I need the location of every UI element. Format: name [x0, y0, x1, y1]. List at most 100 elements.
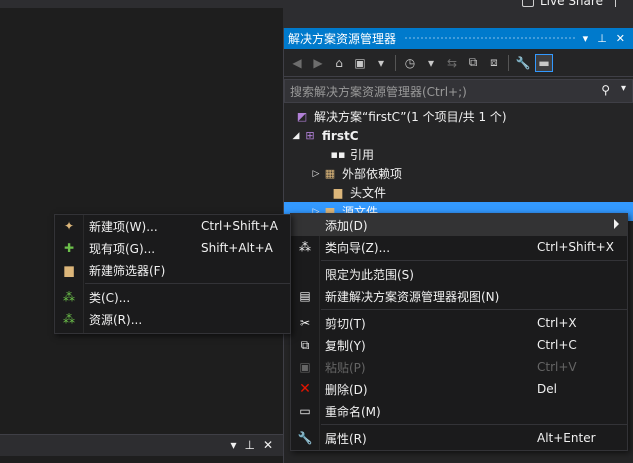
copy-icon: ⧉: [300, 337, 310, 352]
expanded-arrow-icon[interactable]: ◢: [290, 131, 302, 141]
live-share-button[interactable]: Live Share: [522, 0, 616, 8]
live-share-icon: [522, 0, 534, 7]
menu-item-label: 限定为此范围(S): [325, 267, 414, 282]
toolbar-separator: [508, 54, 509, 71]
menu-separator: [321, 309, 627, 310]
existing-item-icon: ✚: [63, 241, 75, 255]
menu-item-delete[interactable]: ✕ 删除(D) Del: [291, 378, 627, 400]
rename-icon: ▭: [299, 404, 311, 418]
chevron-down-icon[interactable]: ▾: [422, 54, 440, 72]
menu-item-shortcut: Ctrl+C: [537, 338, 577, 352]
resource-icon: ⁂: [63, 312, 75, 326]
sync-icon[interactable]: ⇆: [443, 54, 461, 72]
new-item-icon: ✦: [63, 219, 75, 233]
menu-item-properties[interactable]: 🔧 属性(R) Alt+Enter: [291, 427, 627, 449]
tree-item-solution[interactable]: ◩ 解决方案“firstC”(1 个项目/共 1 个): [284, 107, 633, 126]
project-icon: ⊞: [305, 129, 315, 142]
submenu-arrow-icon: [614, 219, 619, 229]
pending-changes-icon[interactable]: ◷: [401, 54, 419, 72]
menu-item-paste[interactable]: ▣ 粘贴(P) Ctrl+V: [291, 356, 627, 378]
menu-item-existing-item[interactable]: ✚ 现有项(G)... Shift+Alt+A: [55, 237, 290, 259]
menu-item-class[interactable]: ⁂ 类(C)...: [55, 286, 290, 308]
menu-item-shortcut: Alt+Enter: [537, 431, 596, 445]
cut-icon: ✂: [299, 316, 311, 330]
menu-separator: [321, 424, 627, 425]
tree-item-project[interactable]: ◢ ⊞ firstC: [284, 126, 633, 145]
menu-item-scope-to-this[interactable]: 限定为此范围(S): [291, 263, 627, 285]
search-placeholder: 搜索解决方案资源管理器(Ctrl+;): [290, 84, 467, 99]
back-icon[interactable]: ◀: [288, 54, 306, 72]
menu-item-shortcut: Shift+Alt+A: [201, 241, 273, 255]
menu-item-new-view[interactable]: ▤ 新建解决方案资源管理器视图(N): [291, 285, 627, 307]
tree-item-header-files[interactable]: ▆ 头文件: [284, 183, 633, 202]
top-bar: Live Share: [0, 0, 633, 8]
collapse-all-icon[interactable]: ⧉: [464, 54, 482, 72]
solution-tree: ◩ 解决方案“firstC”(1 个项目/共 1 个) ◢ ⊞ firstC ▪…: [284, 103, 633, 221]
dropdown-icon[interactable]: ▾: [230, 438, 236, 452]
menu-item-label: 新建解决方案资源管理器视图(N): [325, 289, 500, 304]
menu-item-copy[interactable]: ⧉ 复制(Y) Ctrl+C: [291, 334, 627, 356]
forward-icon[interactable]: ▶: [309, 54, 327, 72]
tree-item-label: 外部依赖项: [342, 167, 403, 181]
live-share-label: Live Share: [540, 0, 603, 8]
new-filter-icon: ▆: [64, 263, 74, 277]
menu-item-rename[interactable]: ▭ 重命名(M): [291, 400, 627, 422]
menu-item-shortcut: Ctrl+X: [537, 316, 577, 330]
menu-separator: [85, 283, 290, 284]
chevron-down-icon[interactable]: ▾: [621, 83, 626, 94]
class-icon: ⁂: [63, 290, 75, 304]
pin-icon[interactable]: ⊥: [244, 438, 254, 452]
search-icon[interactable]: ⚲: [601, 83, 610, 97]
menu-item-label: 添加(D): [325, 218, 368, 233]
menu-item-new-filter[interactable]: ▆ 新建筛选器(F): [55, 259, 290, 281]
menu-item-cut[interactable]: ✂ 剪切(T) Ctrl+X: [291, 312, 627, 334]
window-position-icon[interactable]: ▾: [583, 32, 589, 45]
menu-item-label: 剪切(T): [325, 316, 366, 331]
menu-separator: [321, 260, 627, 261]
menu-item-label: 资源(R)...: [89, 312, 143, 327]
menu-item-label: 新建筛选器(F): [89, 263, 166, 278]
tree-item-external-deps[interactable]: ▷ ▦ 外部依赖项: [284, 164, 633, 183]
menu-item-shortcut: Ctrl+V: [537, 360, 577, 374]
show-all-files-icon[interactable]: ⧈: [485, 54, 503, 72]
menu-item-shortcut: Ctrl+Shift+A: [201, 219, 278, 233]
paste-icon: ▣: [299, 360, 311, 374]
menu-item-class-wizard[interactable]: ⁂ 类向导(Z)... Ctrl+Shift+X: [291, 236, 627, 258]
menu-item-label: 类向导(Z)...: [325, 240, 391, 255]
solution-explorer-title-bar[interactable]: 解决方案资源管理器 ▾ ⊥ ✕: [284, 28, 633, 49]
menu-item-resource[interactable]: ⁂ 资源(R)...: [55, 308, 290, 330]
title-grip: [404, 36, 575, 41]
search-input[interactable]: 搜索解决方案资源管理器(Ctrl+;) ⚲ ▾: [284, 79, 633, 103]
menu-item-label: 现有项(G)...: [89, 241, 156, 256]
close-icon[interactable]: ✕: [263, 438, 273, 452]
menu-item-label: 属性(R): [325, 431, 367, 446]
new-view-icon: ▤: [299, 289, 311, 303]
preview-icon[interactable]: ▬: [535, 53, 553, 72]
switch-views-icon[interactable]: ▣: [351, 54, 369, 72]
class-wizard-icon: ⁂: [299, 240, 311, 254]
references-icon: ▪▪: [330, 148, 346, 161]
home-icon[interactable]: ⌂: [330, 54, 348, 72]
tree-item-references[interactable]: ▪▪ 引用: [284, 145, 633, 164]
delete-icon: ✕: [299, 381, 311, 397]
toolbar-separator: [614, 0, 616, 7]
collapsed-arrow-icon[interactable]: ▷: [310, 169, 322, 179]
menu-item-shortcut: Del: [537, 382, 557, 396]
context-menu: 添加(D) ⁂ 类向导(Z)... Ctrl+Shift+X 限定为此范围(S)…: [290, 213, 628, 451]
pin-icon[interactable]: ⊥: [597, 32, 607, 45]
menu-item-label: 删除(D): [325, 382, 368, 397]
external-deps-icon: ▦: [324, 167, 336, 180]
tree-item-label: 头文件: [350, 186, 387, 200]
solution-explorer-title: 解决方案资源管理器: [288, 32, 397, 46]
solution-icon: ◩: [296, 110, 308, 123]
properties-wrench-icon[interactable]: 🔧: [514, 54, 532, 72]
close-icon[interactable]: ✕: [616, 32, 625, 45]
tree-item-label: 解决方案“firstC”(1 个项目/共 1 个): [314, 110, 507, 124]
tree-item-label: firstC: [322, 128, 359, 143]
toolbar-separator: [395, 54, 396, 71]
menu-item-add[interactable]: 添加(D): [291, 214, 627, 236]
chevron-down-icon[interactable]: ▾: [372, 54, 390, 72]
folder-icon: ▆: [333, 186, 343, 199]
menu-item-new-item[interactable]: ✦ 新建项(W)... Ctrl+Shift+A: [55, 215, 290, 237]
tree-item-label: 引用: [350, 148, 375, 162]
